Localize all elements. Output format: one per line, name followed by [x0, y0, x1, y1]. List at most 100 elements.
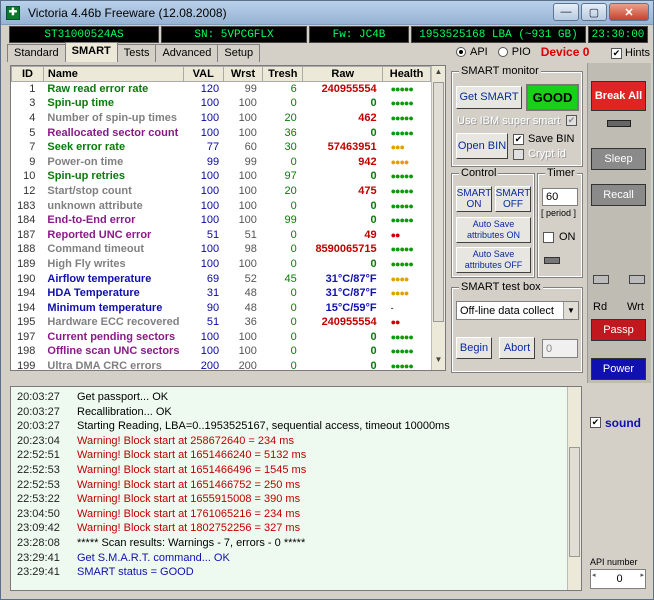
scroll-thumb[interactable] — [433, 82, 444, 322]
sound-checkbox[interactable]: ✔ — [590, 417, 601, 428]
smart-on-button[interactable]: SMART ON — [456, 186, 492, 212]
save-bin-checkbox[interactable]: ✔ — [513, 134, 524, 145]
log-line: 23:28:08 ***** Scan results: Warnings - 7… — [17, 537, 581, 552]
col-name[interactable]: Name — [42, 66, 184, 82]
cell-raw: 475 — [358, 184, 377, 197]
smart-monitor-group: SMART monitor Get SMART GOOD Use IBM sup… — [451, 65, 583, 167]
cell-health: ●●●● — [390, 156, 410, 167]
power-button[interactable]: Power — [591, 358, 646, 380]
use-ibm-checkbox[interactable]: ✔ — [566, 115, 577, 126]
open-bin-button[interactable]: Open BIN — [456, 133, 508, 159]
cell-id: 10 — [23, 170, 36, 183]
col-wrst[interactable]: Wrst — [222, 66, 264, 82]
abort-button[interactable]: Abort — [499, 337, 535, 359]
get-smart-button[interactable]: Get SMART — [456, 86, 522, 109]
hints-toggle[interactable]: ✔ Hints — [611, 47, 650, 59]
minimize-button[interactable]: — — [553, 3, 579, 21]
col-tresh[interactable]: Tresh — [262, 66, 304, 82]
timer-period-input[interactable]: 60 — [542, 188, 578, 206]
table-row[interactable]: 189 High Fly writes 100 100 0 0 ●●●●● — [12, 257, 431, 272]
col-raw[interactable]: Raw — [302, 66, 384, 82]
cell-id: 7 — [29, 141, 36, 154]
cell-val: 100 — [200, 199, 220, 212]
title-bar[interactable]: ✚ Victoria 4.46b Freeware (12.08.2008) —… — [1, 1, 653, 25]
table-row[interactable]: 197 Current pending sectors 100 100 0 0 ●●●●● — [12, 330, 431, 345]
api-number-stepper[interactable]: ◂ 0 ▸ — [590, 569, 646, 589]
break-all-button[interactable]: Break All — [591, 81, 646, 111]
scroll-up-icon[interactable]: ▲ — [433, 67, 444, 81]
timer-on-checkbox[interactable] — [543, 232, 554, 243]
table-scrollbar[interactable]: ▲ ▼ — [431, 66, 445, 370]
log-line: 23:29:41 SMART status = GOOD — [17, 566, 581, 581]
cell-id: 1 — [29, 83, 36, 96]
table-row[interactable]: 9 Power-on time 99 99 0 942 ●●●● — [12, 154, 431, 169]
passp-button[interactable]: Passp — [591, 319, 646, 341]
begin-button[interactable]: Begin — [456, 337, 492, 359]
tab-tests[interactable]: Tests — [116, 44, 157, 62]
cell-tresh: 30 — [284, 141, 297, 154]
recall-button[interactable]: Recall — [591, 184, 646, 206]
test-number-input[interactable]: 0 — [542, 339, 578, 358]
cell-raw: 0 — [370, 330, 377, 343]
cell-tresh: 99 — [284, 214, 297, 227]
table-row[interactable]: 5 Reallocated sector count 100 100 36 0 ●●●●● — [12, 125, 431, 140]
test-type-select[interactable]: Off-line data collect ▼ — [456, 301, 579, 320]
scroll-down-icon[interactable]: ▼ — [433, 355, 444, 369]
chevron-down-icon[interactable]: ▼ — [563, 302, 578, 319]
table-row[interactable]: 7 Seek error rate 77 60 30 57463951 ●●● — [12, 140, 431, 155]
log-scrollbar[interactable] — [567, 387, 581, 590]
tab-setup[interactable]: Setup — [217, 44, 261, 62]
smart-off-button[interactable]: SMART OFF — [495, 186, 531, 212]
tab-smart[interactable]: SMART — [64, 42, 118, 62]
rd-label: Rd — [593, 301, 608, 313]
table-row[interactable]: 199 Ultra DMA CRC errors 200 200 0 0 ●●●●● — [12, 359, 431, 371]
table-row[interactable]: 194 Minimum temperature 90 48 0 15°C/59°F - — [12, 300, 431, 315]
close-button[interactable]: ✕ — [609, 3, 649, 21]
cell-name: Command timeout — [47, 243, 144, 256]
table-row[interactable]: 3 Spin-up time 100 100 0 0 ●●●●● — [12, 96, 431, 111]
table-row[interactable]: 194 HDA Temperature 31 48 0 31°C/87°F ●●●● — [12, 286, 431, 301]
cell-name: Ultra DMA CRC errors — [47, 360, 162, 371]
sleep-button[interactable]: Sleep — [591, 148, 646, 170]
cell-wrst: 200 — [238, 360, 257, 371]
log-line: 23:29:41 Get S.M.A.R.T. command... OK — [17, 552, 581, 567]
log-message: Starting Reading, LBA=0..1953525167, seq… — [77, 420, 450, 433]
table-row[interactable]: 187 Reported UNC error 51 51 0 49 ●● — [12, 227, 431, 242]
cell-val: 100 — [200, 97, 220, 110]
cell-wrst: 100 — [238, 214, 257, 227]
table-row[interactable]: 190 Airflow temperature 69 52 45 31°C/87°F ●●●… — [12, 271, 431, 286]
pio-radio[interactable] — [497, 47, 508, 57]
tab-advanced[interactable]: Advanced — [155, 44, 219, 62]
table-row[interactable]: 183 unknown attribute 100 100 0 0 ●●●●● — [12, 198, 431, 213]
col-id[interactable]: ID — [11, 66, 44, 82]
device-label: Device 0 — [540, 45, 590, 59]
stepper-right-icon[interactable]: ▸ — [640, 571, 644, 579]
autosave-off-button[interactable]: Auto Save attributes OFF — [456, 247, 531, 273]
table-row[interactable]: 188 Command timeout 100 98 0 8590065715 ●●●●● — [12, 242, 431, 257]
table-row[interactable]: 198 Offline scan UNC sectors 100 100 0 0 ●●●●● — [12, 344, 431, 359]
cell-raw: 0 — [370, 257, 377, 270]
tab-standard[interactable]: Standard — [7, 44, 66, 62]
col-health[interactable]: Health — [382, 66, 431, 82]
cell-raw: 0 — [370, 345, 377, 358]
cell-name: Minimum temperature — [47, 301, 163, 314]
cell-raw: 15°C/59°F — [325, 301, 377, 314]
table-row[interactable]: 195 Hardware ECC recovered 51 36 0 240955554 ●… — [12, 315, 431, 330]
maximize-button[interactable]: ▢ — [581, 3, 607, 21]
table-row[interactable]: 4 Number of spin-up times 100 100 20 462 ●●●●● — [12, 111, 431, 126]
crypt-id-checkbox[interactable] — [513, 149, 524, 160]
col-val[interactable]: VAL — [182, 66, 224, 82]
cell-val: 100 — [200, 214, 220, 227]
log-scroll-thumb[interactable] — [569, 447, 580, 557]
hints-checkbox[interactable]: ✔ — [611, 47, 622, 59]
stepper-left-icon[interactable]: ◂ — [592, 571, 596, 579]
api-radio[interactable] — [456, 47, 466, 57]
table-row[interactable]: 1 Raw read error rate 120 99 6 240955554 ●●●●● — [12, 82, 431, 97]
table-row[interactable]: 10 Spin-up retries 100 100 97 0 ●●●●● — [12, 169, 431, 184]
table-row[interactable]: 184 End-to-End error 100 100 99 0 ●●●●● — [12, 213, 431, 228]
autosave-on-button[interactable]: Auto Save attributes ON — [456, 217, 531, 243]
log-line: 20:03:27 Recallibration... OK — [17, 406, 581, 421]
cell-raw: 240955554 — [321, 83, 377, 96]
cell-wrst: 52 — [244, 272, 257, 285]
table-row[interactable]: 12 Start/stop count 100 100 20 475 ●●●●● — [12, 184, 431, 199]
